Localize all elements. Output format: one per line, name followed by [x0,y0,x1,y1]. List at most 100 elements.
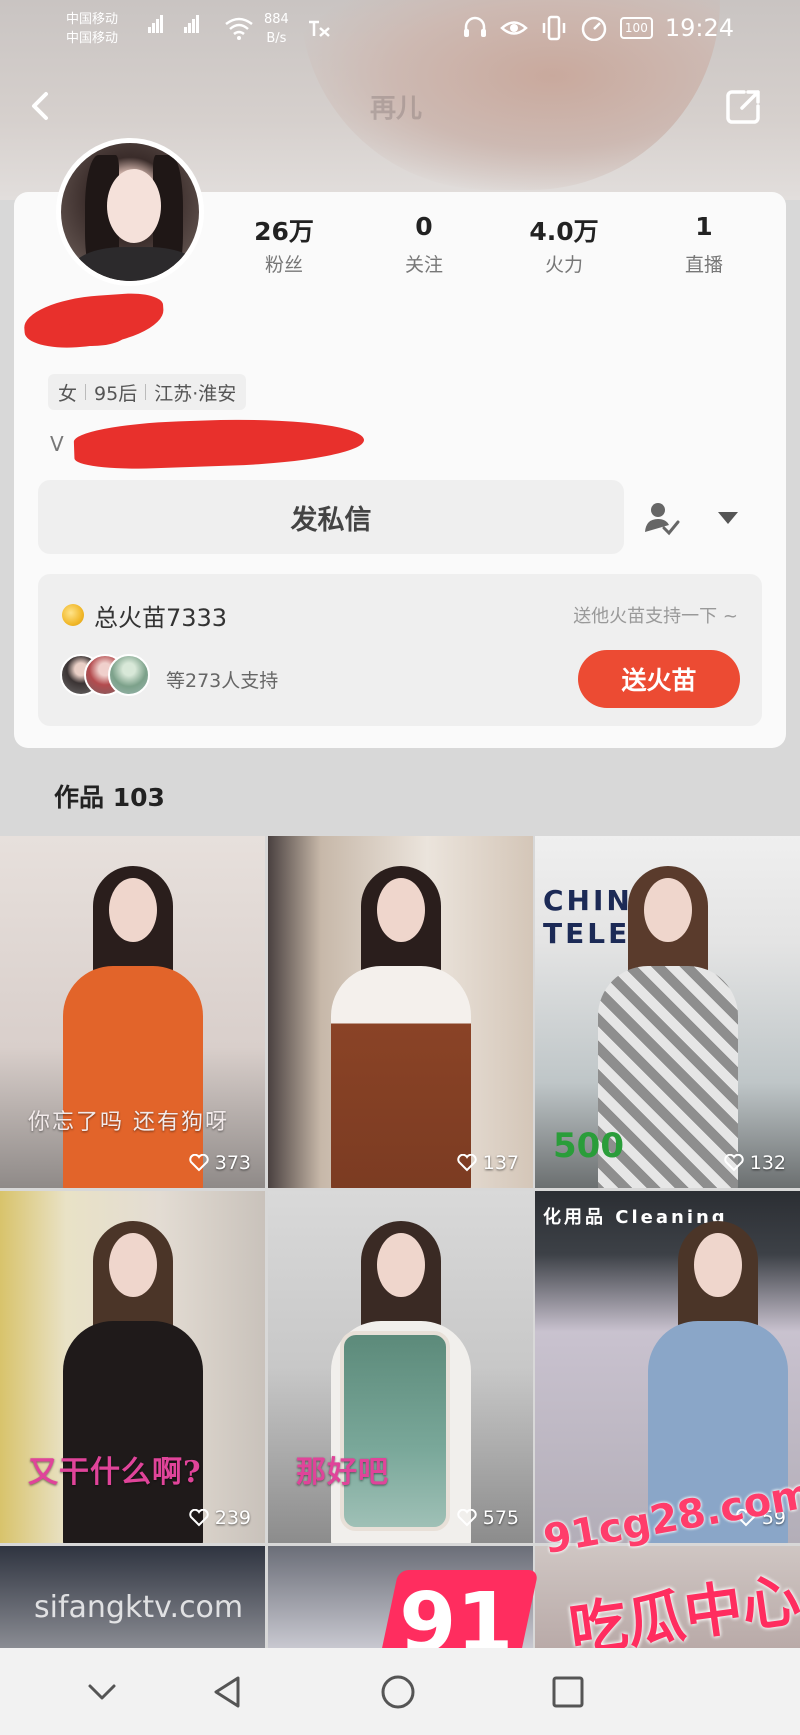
user-check-icon[interactable] [642,498,682,538]
clock: 19:24 [664,14,734,42]
tile-like-count: 373 [214,1152,251,1174]
back-triangle-icon[interactable] [206,1670,250,1714]
fire-support-panel: 总火苗7333 送他火苗支持一下 ~ 等273人支持 送火苗 [38,574,762,726]
works-title: 作品 103 [54,783,165,812]
tile-photo-face [693,1233,742,1297]
redacted-bio [73,414,365,472]
page-title: 再儿 [370,94,423,124]
tile-photo-face [108,878,157,942]
battery-level: 100 [624,21,648,35]
tile-photo-face [376,1233,425,1297]
home-circle-icon[interactable] [376,1670,420,1714]
work-tile[interactable]: 又干什么啊? 239 [0,1191,265,1543]
work-tile[interactable]: 你忘了吗 还有狗呀 373 [0,836,265,1188]
signal-icon [148,14,164,33]
fire-total: 总火苗7333 [94,604,228,632]
carrier-2: 中国移动 [66,31,119,46]
tile-like-count: 132 [749,1152,786,1174]
stat-live[interactable]: 1 直播 [634,212,774,277]
tile-photo-face [643,878,692,942]
tile-caption: 你忘了吗 还有狗呀 [28,1110,229,1135]
heart-outline-icon [457,1154,477,1172]
system-nav-bar [0,1648,800,1735]
net-speed: 884 B/s [264,10,289,48]
supporter-avatars[interactable] [60,654,150,698]
tag-age: 95后 [94,382,138,405]
eye-icon [500,21,528,35]
status-right: 100 19:24 [462,14,734,42]
work-tile[interactable]: CHINA TELECOM 500 132 [535,836,800,1188]
net-speed-value: 884 [264,12,289,27]
headset-icon [463,16,486,37]
tile-photo-body [62,1321,203,1543]
stat-following-label: 关注 [404,254,443,276]
redacted-username-tail [56,322,126,346]
watermark-faded-url: sifangktv.com [34,1590,244,1625]
triangle-down-icon[interactable] [714,504,742,532]
signal-4g-icon [184,14,200,33]
tile-likes: 132 [724,1152,786,1174]
vibrate-icon [542,15,566,41]
tile-like-count: 239 [214,1507,251,1529]
tag-gender: 女 [58,382,78,405]
stat-following-value: 0 [415,212,433,241]
share-icon [726,90,760,124]
stat-live-label: 直播 [684,254,723,276]
chevron-left-icon [32,92,48,120]
tile-photo [330,856,471,1188]
heart-outline-icon [457,1509,477,1527]
tile-photo-body [62,966,203,1188]
heart-outline-icon [189,1509,209,1527]
fire-coin-icon [62,604,84,626]
phone-in-photo [340,1331,450,1531]
tile-caption: 那好吧 [296,1455,389,1490]
tile-likes: 373 [189,1152,251,1174]
tile-caption: 又干什么啊? [28,1455,202,1490]
back-button[interactable] [20,84,64,128]
wifi-icon [225,17,253,40]
stat-firepower-value: 4.0万 [529,217,599,246]
bio-prefix: V [50,432,64,456]
battery-indicator: 100 [619,17,653,39]
app-notification-icon [309,20,330,37]
tile-like-count: 575 [482,1507,519,1529]
tile-photo-body [330,966,471,1188]
fire-hint: 送他火苗支持一下 ~ [573,606,738,627]
avatar[interactable] [56,138,204,286]
share-button[interactable] [722,84,766,128]
stat-firepower[interactable]: 4.0万 火力 [494,212,634,277]
stat-firepower-label: 火力 [544,254,583,276]
tile-photo [62,856,203,1188]
tile-like-count: 137 [482,1152,519,1174]
tag-location: 江苏·淮安 [154,382,237,405]
stat-fans-label: 粉丝 [264,254,303,276]
stat-fans-value: 26万 [254,217,314,246]
supporter-count: 等273人支持 [166,670,279,692]
stat-live-value: 1 [695,212,713,241]
status-bar: 中国移动 中国移动 884 B/s 100 19:24 [0,0,800,60]
work-tile[interactable]: 那好吧 575 [268,1191,533,1543]
stat-fans[interactable]: 26万 粉丝 [214,212,354,277]
tag-divider [145,384,147,400]
tag-divider [85,384,87,400]
send-message-button[interactable]: 发私信 [38,480,624,554]
send-fire-button[interactable]: 送火苗 [578,650,740,708]
tile-likes: 575 [457,1507,519,1529]
tile-likes: 239 [189,1507,251,1529]
speedometer-icon [581,16,607,41]
tile-caption: 500 [553,1126,624,1166]
tile-likes: 137 [457,1152,519,1174]
top-nav: 再儿 [0,78,800,138]
recents-square-icon[interactable] [546,1670,590,1714]
work-tile[interactable]: 137 [268,836,533,1188]
heart-outline-icon [189,1154,209,1172]
tile-photo [62,1211,203,1543]
carrier-info: 中国移动 中国移动 [66,10,118,48]
profile-tags: 女 95后 江苏·淮安 [48,374,247,410]
carrier-1: 中国移动 [66,12,119,27]
stat-following[interactable]: 0 关注 [354,212,494,277]
tile-photo-face [376,878,425,942]
avatar [108,654,150,696]
chevron-down-icon[interactable] [80,1670,124,1714]
avatar-coat [71,247,199,281]
